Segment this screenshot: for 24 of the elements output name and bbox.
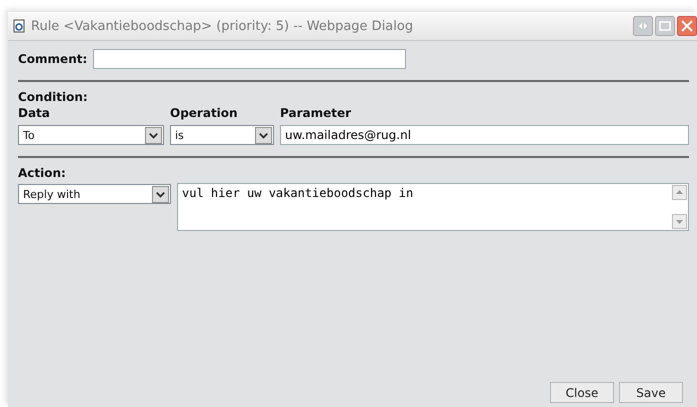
action-select[interactable]: Reply with [18,184,171,204]
comment-field[interactable] [93,49,406,69]
operation-select[interactable]: is [170,125,274,145]
column-heading: Data [18,106,51,120]
action-heading: Action: [18,166,67,180]
comment-label: Comment: [18,52,88,66]
close-icon[interactable] [677,16,697,36]
message-field[interactable]: vul hier uw vakantieboodschap in [177,183,689,231]
maximize-icon[interactable] [655,16,675,36]
condition-heading: Condition: [18,90,89,104]
select-value: Reply with [22,188,82,200]
window-title: Rule <Vakantieboodschap> (priority: 5) -- Webpage Dialog [31,18,414,34]
select-value: is [174,128,185,142]
close-button[interactable]: Close [550,382,614,403]
parameter-field[interactable]: uw.mailadres@rug.nl [280,125,689,145]
select-value: To [22,128,36,142]
resize-icon[interactable] [633,16,653,36]
scroll-down-icon[interactable] [672,214,687,229]
column-heading: Operation [170,106,239,120]
column-heading: Parameter [280,106,352,120]
save-button[interactable]: Save [619,382,683,403]
data-select[interactable]: To [18,125,164,145]
scroll-up-icon[interactable] [672,185,687,200]
page-icon [12,19,26,33]
